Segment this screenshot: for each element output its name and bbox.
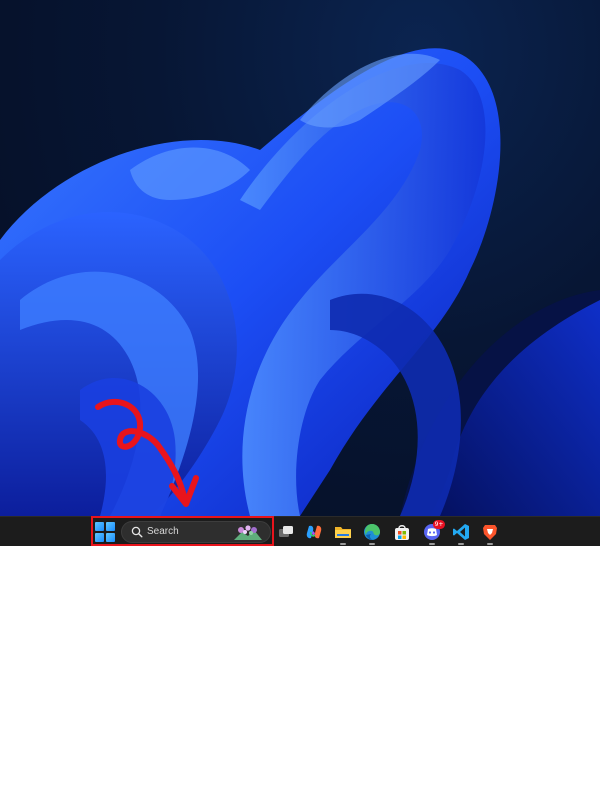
running-indicator <box>458 543 464 545</box>
search-icon <box>131 526 143 538</box>
vscode-icon <box>453 524 469 540</box>
search-box[interactable]: Search <box>121 521 271 543</box>
running-indicator <box>487 543 493 545</box>
running-indicator <box>429 543 435 545</box>
running-indicator <box>340 543 346 545</box>
discord-button[interactable]: 9+ <box>423 520 445 545</box>
folder-icon <box>335 527 351 538</box>
running-indicator <box>369 543 375 545</box>
vscode-button[interactable] <box>452 523 470 545</box>
store-icon <box>395 525 409 540</box>
copilot-button[interactable] <box>305 523 323 541</box>
store-button[interactable] <box>393 523 411 541</box>
bloom-wallpaper <box>0 48 600 516</box>
desktop <box>0 0 600 516</box>
windows-logo-icon <box>95 522 104 531</box>
task-view-icon <box>279 526 293 537</box>
copilot-icon <box>306 525 322 539</box>
brave-button[interactable] <box>481 523 499 545</box>
brave-icon <box>483 525 497 540</box>
edge-icon <box>364 524 380 540</box>
edge-button[interactable] <box>363 523 381 545</box>
notification-badge: 9+ <box>433 520 445 529</box>
taskbar: Search 9+ <box>0 516 600 546</box>
task-view-button[interactable] <box>277 523 295 541</box>
file-explorer-button[interactable] <box>334 523 352 545</box>
start-button[interactable] <box>95 522 115 542</box>
search-highlight-flowers-icon <box>234 525 262 540</box>
search-label: Search <box>147 526 179 537</box>
